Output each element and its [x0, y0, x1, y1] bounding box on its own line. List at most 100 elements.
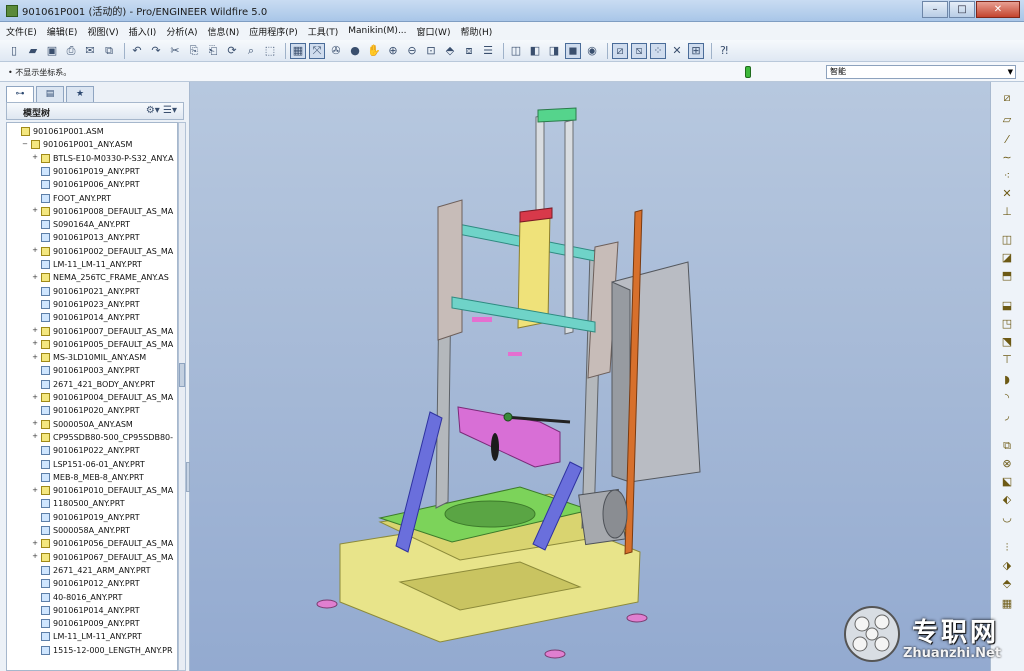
menu-window[interactable]: 窗口(W): [417, 25, 451, 38]
expand-toggle-icon[interactable]: +: [31, 207, 39, 215]
expand-toggle-icon[interactable]: +: [31, 247, 39, 255]
tree-item[interactable]: +901061P002_DEFAULT_AS_MA: [31, 245, 173, 258]
warp-icon[interactable]: ⫶: [999, 540, 1015, 556]
tree-item[interactable]: +901061P005_DEFAULT_AS_MA: [31, 338, 173, 351]
copy-icon[interactable]: ⧉: [101, 43, 117, 59]
datum-axes-icon[interactable]: ⧅: [631, 42, 647, 59]
expand-toggle-icon[interactable]: +: [31, 340, 39, 348]
freeform-icon[interactable]: ⬘: [999, 576, 1015, 592]
menu-applications[interactable]: 应用程序(P): [249, 25, 297, 38]
tree-item[interactable]: + MS-3LD10MIL_ANY.ASM: [31, 351, 146, 364]
find-icon[interactable]: ⌕: [243, 43, 259, 59]
extend-icon[interactable]: ⧉: [999, 438, 1015, 454]
zoom-in-icon[interactable]: ⊕: [385, 43, 401, 59]
csys-icon[interactable]: ✕: [999, 186, 1015, 202]
tree-item[interactable]: 901061P019_ANY.PRT: [31, 511, 140, 524]
cut-icon[interactable]: ✂: [167, 43, 183, 59]
layers-icon[interactable]: ☰: [480, 43, 496, 59]
tree-item[interactable]: + S000050A_ANY.ASM: [31, 418, 133, 431]
open-folder-icon[interactable]: ▰: [25, 43, 41, 59]
tree-item[interactable]: 901061P023_ANY.PRT: [31, 298, 140, 311]
tree-item[interactable]: 1515-12-000_LENGTH_ANY.PR: [31, 644, 173, 657]
menu-info[interactable]: 信息(N): [208, 25, 240, 38]
tree-item[interactable]: +901061P056_DEFAULT_AS_MA: [31, 537, 173, 550]
close-button[interactable]: ✕: [976, 1, 1020, 18]
expand-toggle-icon[interactable]: +: [31, 420, 39, 428]
tree-item[interactable]: 901061P001.ASM: [11, 125, 104, 138]
expand-toggle-icon[interactable]: +: [31, 393, 39, 402]
tree-item[interactable]: + CP95SDB80-500_CP95SDB80-: [31, 431, 173, 444]
tree-item[interactable]: 901061P014_ANY.PRT: [31, 604, 140, 617]
menu-analysis[interactable]: 分析(A): [166, 25, 197, 38]
draft-icon[interactable]: ⬓: [999, 298, 1015, 314]
tree-item[interactable]: LM-11_LM-11_ANY.PRT: [31, 258, 142, 271]
menu-insert[interactable]: 插入(I): [129, 25, 157, 38]
thicken-icon[interactable]: ⬕: [999, 474, 1015, 490]
paste-icon[interactable]: ⎘: [186, 43, 202, 59]
expand-toggle-icon[interactable]: +: [31, 154, 39, 162]
redo-icon[interactable]: ↷: [148, 43, 164, 59]
tree-item[interactable]: + BTLS-E10-M0330-P-S32_ANY.A: [31, 152, 174, 165]
repaint-icon[interactable]: ▦: [290, 42, 306, 59]
menu-view[interactable]: 视图(V): [87, 25, 118, 38]
scroll-thumb[interactable]: [179, 363, 185, 387]
graphics-viewport[interactable]: [190, 82, 990, 671]
tree-item[interactable]: 901061P009_ANY.PRT: [31, 617, 140, 630]
tree-item[interactable]: 2671_421_BODY_ANY.PRT: [31, 378, 155, 391]
tree-item[interactable]: LM-11_LM-11_ANY.PRT: [31, 630, 142, 643]
expand-toggle-icon[interactable]: −: [21, 140, 29, 149]
tab-folder-browser[interactable]: ▤: [36, 86, 64, 102]
tree-item[interactable]: MEB-8_MEB-8_ANY.PRT: [31, 471, 144, 484]
tree-item[interactable]: 901061P022_ANY.PRT: [31, 444, 140, 457]
shading-icon[interactable]: ◼: [565, 42, 581, 59]
datum-points-icon[interactable]: ⁘: [650, 42, 666, 59]
tree-item[interactable]: 2671_421_ARM_ANY.PRT: [31, 564, 151, 577]
tree-item[interactable]: +901061P004_DEFAULT_AS_MA: [31, 391, 173, 404]
tree-item[interactable]: LSP151-06-01_ANY.PRT: [31, 458, 145, 471]
expand-toggle-icon[interactable]: +: [31, 327, 39, 335]
tab-model-tree[interactable]: ⊶: [6, 86, 34, 102]
expand-toggle-icon[interactable]: +: [31, 539, 39, 548]
tree-item[interactable]: 901061P019_ANY.PRT: [31, 165, 140, 178]
trim-icon[interactable]: ◞: [999, 408, 1015, 424]
tree-item[interactable]: 901061P003_ANY.PRT: [31, 364, 140, 377]
regenerate-icon[interactable]: ⟳: [224, 43, 240, 59]
hole-icon[interactable]: ◫: [999, 232, 1015, 248]
tree-item[interactable]: + NEMA_256TC_FRAME_ANY.AS: [31, 271, 169, 284]
model-display-icon[interactable]: ◉: [584, 43, 600, 59]
orient-icon[interactable]: ✇: [328, 43, 344, 59]
datum-planes-icon[interactable]: ⧄: [612, 42, 628, 59]
tree-item[interactable]: +901061P067_DEFAULT_AS_MA: [31, 551, 173, 564]
undo-icon[interactable]: ↶: [129, 43, 145, 59]
tree-settings-icon[interactable]: ⚙▾ ☰▾: [146, 105, 177, 116]
rib-icon[interactable]: ⬒: [999, 268, 1015, 284]
paste-special-icon[interactable]: ⎗: [205, 43, 221, 59]
saved-views-icon[interactable]: ⧈: [461, 43, 477, 59]
select-box-icon[interactable]: ⬚: [262, 43, 278, 59]
reorient-icon[interactable]: ⬘: [442, 43, 458, 59]
chamfer-icon[interactable]: ⬔: [999, 334, 1015, 350]
expand-toggle-icon[interactable]: +: [31, 433, 39, 441]
tree-item[interactable]: 901061P012_ANY.PRT: [31, 577, 140, 590]
tree-item[interactable]: − 901061P001_ANY.ASM: [21, 138, 132, 151]
spin-center-icon[interactable]: ⤧: [309, 42, 325, 59]
new-file-icon[interactable]: ▯: [6, 43, 22, 59]
offset-icon[interactable]: ⊗: [999, 456, 1015, 472]
analysis-icon[interactable]: ⊥: [999, 204, 1015, 220]
tree-item[interactable]: FOOT_ANY.PRT: [31, 192, 111, 205]
tree-item[interactable]: 901061P006_ANY.PRT: [31, 178, 140, 191]
mirror-icon[interactable]: ◗: [999, 372, 1015, 388]
datum-plane-icon[interactable]: ⧄: [999, 90, 1015, 106]
datum-point-icon[interactable]: ⁖: [999, 168, 1015, 184]
menu-edit[interactable]: 编辑(E): [47, 25, 78, 38]
no-hidden-icon[interactable]: ◨: [546, 43, 562, 59]
boundary-icon[interactable]: ◡: [999, 510, 1015, 526]
style-icon[interactable]: ⬗: [999, 558, 1015, 574]
context-help-icon[interactable]: ⁈: [716, 43, 732, 59]
tree-item[interactable]: 901061P021_ANY.PRT: [31, 285, 140, 298]
menu-help[interactable]: 帮助(H): [460, 25, 492, 38]
refit-icon[interactable]: ⊡: [423, 43, 439, 59]
sketch-plane-icon[interactable]: ▱: [999, 112, 1015, 128]
expand-toggle-icon[interactable]: +: [31, 273, 39, 282]
solidify-icon[interactable]: ⬖: [999, 492, 1015, 508]
